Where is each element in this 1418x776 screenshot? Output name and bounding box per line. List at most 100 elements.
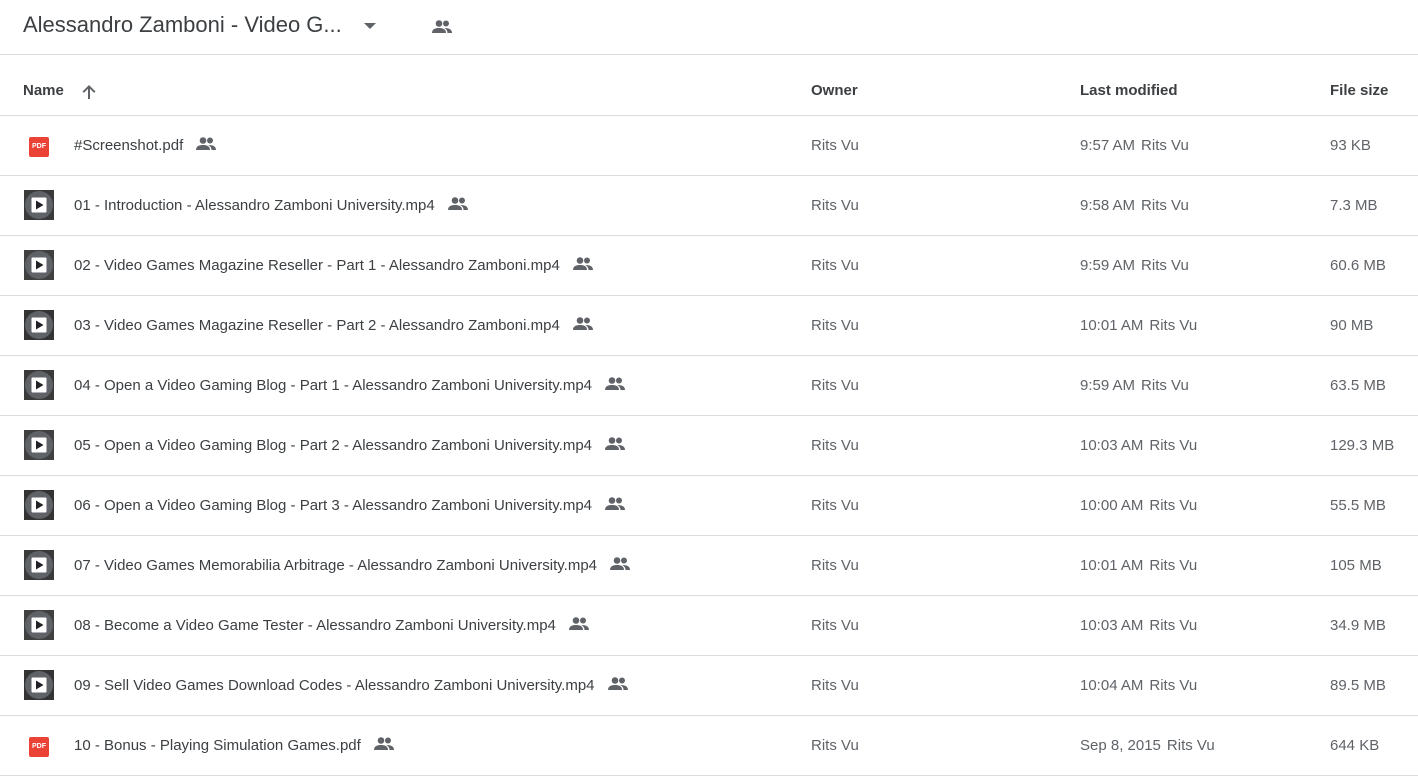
file-last-modified: 10:01 AM Rits Vu bbox=[1080, 536, 1197, 595]
folder-title[interactable]: Alessandro Zamboni - Video G... bbox=[23, 10, 342, 40]
file-name-text: #Screenshot.pdf bbox=[74, 137, 184, 154]
file-name-text: 04 - Open a Video Gaming Blog - Part 1 -… bbox=[74, 377, 593, 394]
modified-by: Rits Vu bbox=[1149, 497, 1198, 514]
file-last-modified: 10:03 AM Rits Vu bbox=[1080, 596, 1197, 655]
column-header-owner[interactable]: Owner bbox=[811, 56, 858, 115]
file-owner: Rits Vu bbox=[811, 737, 859, 754]
file-list: PDF #Screenshot.pdf Rits Vu 9:57 AM Rits … bbox=[0, 116, 1418, 776]
top-bar: Alessandro Zamboni - Video G... bbox=[0, 0, 1418, 55]
table-row[interactable]: PDF 10 - Bonus - Playing Simulation Game… bbox=[0, 716, 1418, 776]
file-last-modified: 9:59 AM Rits Vu bbox=[1080, 356, 1189, 415]
file-owner: Rits Vu bbox=[811, 377, 859, 394]
file-size: 34.9 MB bbox=[1330, 617, 1386, 634]
file-size: 644 KB bbox=[1330, 737, 1380, 754]
file-size: 129.3 MB bbox=[1330, 437, 1395, 454]
arrow-up-icon[interactable] bbox=[80, 83, 98, 101]
file-last-modified: Sep 8, 2015 Rits Vu bbox=[1080, 716, 1215, 775]
table-row[interactable]: 06 - Open a Video Gaming Blog - Part 3 -… bbox=[0, 476, 1418, 536]
file-owner: Rits Vu bbox=[811, 137, 859, 154]
file-name-text: 07 - Video Games Memorabilia Arbitrage -… bbox=[74, 557, 598, 574]
column-header-last-modified[interactable]: Last modified bbox=[1080, 56, 1178, 115]
column-header-row: Name Owner Last modified File size bbox=[0, 56, 1418, 116]
modified-by: Rits Vu bbox=[1149, 677, 1198, 694]
file-name: 06 - Open a Video Gaming Blog - Part 3 -… bbox=[74, 476, 626, 535]
file-name-text: 03 - Video Games Magazine Reseller - Par… bbox=[74, 317, 560, 334]
table-row[interactable]: 02 - Video Games Magazine Reseller - Par… bbox=[0, 236, 1418, 296]
modified-time: Sep 8, 2015 bbox=[1080, 737, 1161, 754]
file-last-modified: 10:03 AM Rits Vu bbox=[1080, 416, 1197, 475]
people-icon bbox=[607, 677, 628, 691]
modified-time: 9:59 AM bbox=[1080, 257, 1136, 274]
modified-time: 10:01 AM bbox=[1080, 557, 1144, 574]
modified-by: Rits Vu bbox=[1149, 437, 1198, 454]
modified-by: Rits Vu bbox=[1141, 137, 1189, 154]
file-name-text: 09 - Sell Video Games Download Codes - A… bbox=[74, 677, 595, 694]
file-owner: Rits Vu bbox=[811, 437, 859, 454]
file-name: 02 - Video Games Magazine Reseller - Par… bbox=[74, 236, 594, 295]
file-name: 09 - Sell Video Games Download Codes - A… bbox=[74, 656, 629, 715]
people-icon bbox=[196, 137, 217, 151]
modified-time: 10:03 AM bbox=[1080, 437, 1144, 454]
modified-time: 9:57 AM bbox=[1080, 137, 1136, 154]
caret-down-icon[interactable] bbox=[364, 23, 376, 29]
file-name: 04 - Open a Video Gaming Blog - Part 1 -… bbox=[74, 356, 626, 415]
modified-time: 10:04 AM bbox=[1080, 677, 1144, 694]
modified-time: 9:59 AM bbox=[1080, 377, 1136, 394]
file-name-text: 08 - Become a Video Game Tester - Alessa… bbox=[74, 617, 556, 634]
file-name: #Screenshot.pdf bbox=[74, 116, 217, 175]
video-play-icon bbox=[24, 370, 54, 400]
column-header-name[interactable]: Name bbox=[23, 56, 64, 115]
file-name: 03 - Video Games Magazine Reseller - Par… bbox=[74, 296, 594, 355]
file-size: 90 MB bbox=[1330, 317, 1374, 334]
table-row[interactable]: 09 - Sell Video Games Download Codes - A… bbox=[0, 656, 1418, 716]
table-row[interactable]: 07 - Video Games Memorabilia Arbitrage -… bbox=[0, 536, 1418, 596]
modified-time: 10:01 AM bbox=[1080, 317, 1144, 334]
file-name: 08 - Become a Video Game Tester - Alessa… bbox=[74, 596, 590, 655]
people-icon bbox=[569, 617, 590, 631]
file-owner: Rits Vu bbox=[811, 317, 859, 334]
file-size: 55.5 MB bbox=[1330, 497, 1386, 514]
file-size: 63.5 MB bbox=[1330, 377, 1386, 394]
file-size: 93 KB bbox=[1330, 137, 1371, 154]
column-header-file-size[interactable]: File size bbox=[1330, 56, 1388, 115]
file-name-text: 10 - Bonus - Playing Simulation Games.pd… bbox=[74, 737, 361, 754]
video-play-icon bbox=[24, 670, 54, 700]
table-row[interactable]: 01 - Introduction - Alessandro Zamboni U… bbox=[0, 176, 1418, 236]
video-play-icon bbox=[24, 310, 54, 340]
file-last-modified: 9:59 AM Rits Vu bbox=[1080, 236, 1189, 295]
video-play-icon bbox=[24, 190, 54, 220]
video-play-icon bbox=[24, 250, 54, 280]
file-name: 10 - Bonus - Playing Simulation Games.pd… bbox=[74, 716, 395, 775]
people-icon[interactable] bbox=[431, 19, 453, 35]
table-row[interactable]: 04 - Open a Video Gaming Blog - Part 1 -… bbox=[0, 356, 1418, 416]
people-icon bbox=[373, 737, 394, 751]
file-name-text: 06 - Open a Video Gaming Blog - Part 3 -… bbox=[74, 497, 593, 514]
modified-by: Rits Vu bbox=[1149, 617, 1198, 634]
file-owner: Rits Vu bbox=[811, 497, 859, 514]
file-last-modified: 10:04 AM Rits Vu bbox=[1080, 656, 1197, 715]
modified-time: 10:00 AM bbox=[1080, 497, 1144, 514]
file-name-text: 02 - Video Games Magazine Reseller - Par… bbox=[74, 257, 560, 274]
file-size: 7.3 MB bbox=[1330, 197, 1378, 214]
people-icon bbox=[572, 317, 593, 331]
video-play-icon bbox=[24, 490, 54, 520]
pdf-icon: PDF bbox=[29, 737, 49, 757]
file-size: 105 MB bbox=[1330, 557, 1382, 574]
video-play-icon bbox=[24, 430, 54, 460]
file-last-modified: 9:58 AM Rits Vu bbox=[1080, 176, 1189, 235]
file-last-modified: 9:57 AM Rits Vu bbox=[1080, 116, 1189, 175]
file-name-text: 05 - Open a Video Gaming Blog - Part 2 -… bbox=[74, 437, 593, 454]
people-icon bbox=[605, 377, 626, 391]
people-icon bbox=[572, 257, 593, 271]
modified-by: Rits Vu bbox=[1166, 737, 1215, 754]
modified-by: Rits Vu bbox=[1149, 557, 1198, 574]
people-icon bbox=[605, 437, 626, 451]
table-row[interactable]: 03 - Video Games Magazine Reseller - Par… bbox=[0, 296, 1418, 356]
file-size: 60.6 MB bbox=[1330, 257, 1386, 274]
table-row[interactable]: 05 - Open a Video Gaming Blog - Part 2 -… bbox=[0, 416, 1418, 476]
file-last-modified: 10:01 AM Rits Vu bbox=[1080, 296, 1197, 355]
modified-time: 9:58 AM bbox=[1080, 197, 1136, 214]
table-row[interactable]: PDF #Screenshot.pdf Rits Vu 9:57 AM Rits … bbox=[0, 116, 1418, 176]
table-row[interactable]: 08 - Become a Video Game Tester - Alessa… bbox=[0, 596, 1418, 656]
people-icon bbox=[447, 197, 468, 211]
